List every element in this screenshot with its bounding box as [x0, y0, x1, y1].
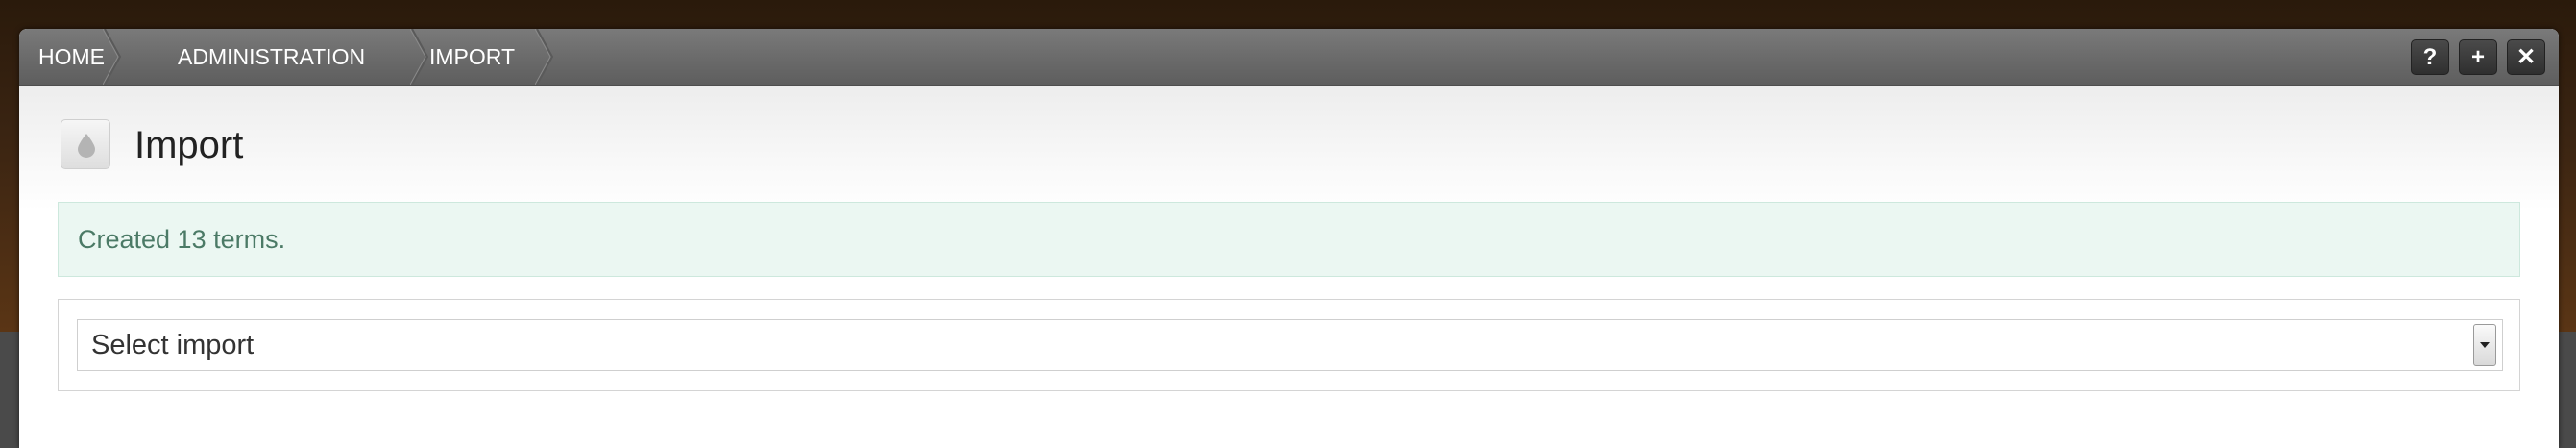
breadcrumb-import-label: IMPORT: [429, 44, 516, 69]
breadcrumb-separator-icon: [535, 29, 554, 85]
help-button[interactable]: ?: [2411, 39, 2449, 75]
page-header: [19, 86, 2559, 211]
status-message: Created 13 terms.: [58, 202, 2520, 277]
close-icon: ✕: [2515, 44, 2537, 70]
help-icon: ?: [2422, 44, 2438, 70]
import-select[interactable]: Select import: [77, 319, 2503, 371]
import-panel: Select import: [58, 299, 2520, 391]
close-button[interactable]: ✕: [2507, 39, 2545, 75]
breadcrumb-home-label: HOME: [38, 44, 105, 69]
plus-icon: +: [2470, 44, 2485, 70]
window-actions: ? + ✕: [2411, 39, 2545, 75]
breadcrumb-administration-label: ADMINISTRATION: [178, 44, 366, 69]
expand-button[interactable]: +: [2459, 39, 2497, 75]
admin-overlay-window: HOME ADMINISTRATION IMPORT ? + ✕ Import …: [19, 29, 2559, 448]
overlay-titlebar: HOME ADMINISTRATION IMPORT ? + ✕: [19, 29, 2559, 86]
breadcrumb: HOME ADMINISTRATION IMPORT: [19, 29, 554, 85]
import-select-value: Select import: [91, 330, 255, 361]
breadcrumb-administration[interactable]: ADMINISTRATION: [122, 29, 429, 85]
breadcrumb-home[interactable]: HOME: [19, 29, 122, 85]
breadcrumb-separator-icon: [103, 29, 122, 85]
drop-icon: [61, 119, 110, 169]
page-title: Import: [134, 124, 244, 166]
dropdown-arrow-icon[interactable]: [2473, 324, 2496, 366]
breadcrumb-separator-icon: [410, 29, 429, 85]
breadcrumb-import[interactable]: IMPORT: [429, 29, 554, 85]
